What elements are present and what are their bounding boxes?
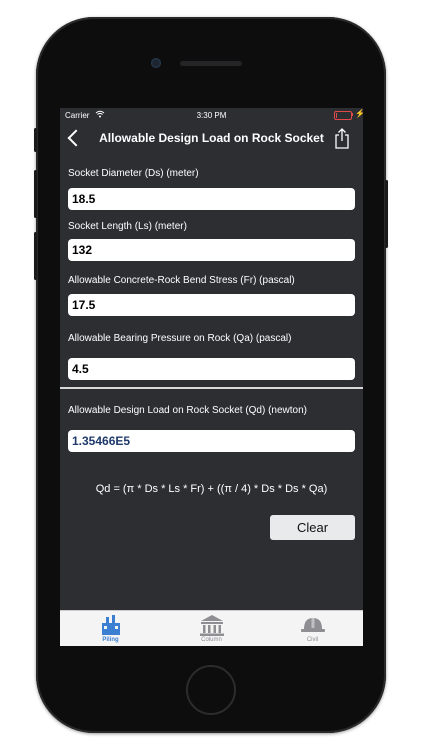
socket-length-label: Socket Length (Ls) (meter) xyxy=(68,221,187,232)
power-button xyxy=(385,180,388,248)
earpiece-speaker xyxy=(180,61,242,66)
tab-column-label: Column xyxy=(201,637,222,643)
tab-piling[interactable]: Piling xyxy=(60,611,161,646)
battery-tip xyxy=(352,113,353,116)
socket-diameter-label: Socket Diameter (Ds) (meter) xyxy=(68,168,199,179)
status-bar: Carrier 3:30 PM ⚡ xyxy=(60,108,363,123)
bearing-pressure-label: Allowable Bearing Pressure on Rock (Qa) … xyxy=(68,333,292,344)
charging-bolt-icon: ⚡ xyxy=(355,109,363,118)
page-title: Allowable Design Load on Rock Socket xyxy=(99,131,324,145)
tab-piling-label: Piling xyxy=(102,637,119,643)
column-icon xyxy=(200,615,224,636)
bearing-pressure-input[interactable] xyxy=(68,358,355,380)
volume-up-button xyxy=(34,170,37,218)
clear-button[interactable]: Clear xyxy=(270,515,355,540)
mute-switch xyxy=(34,128,37,152)
socket-length-input[interactable] xyxy=(68,239,355,261)
hard-hat-icon xyxy=(301,618,325,632)
volume-down-button xyxy=(34,232,37,280)
formula-text: Qd = (π * Ds * Ls * Fr) + ((π / 4) * Ds … xyxy=(95,483,328,495)
section-divider xyxy=(60,387,363,389)
design-load-label: Allowable Design Load on Rock Socket (Qd… xyxy=(68,405,308,416)
design-load-result[interactable] xyxy=(68,430,355,452)
tab-civil[interactable]: Civil xyxy=(262,611,363,646)
tab-civil-label: Civil xyxy=(306,637,319,643)
battery-level xyxy=(336,113,337,118)
tab-column[interactable]: Column xyxy=(161,611,262,646)
status-time: 3:30 PM xyxy=(196,111,227,120)
app-screen: Carrier 3:30 PM ⚡ Allowable Design Load … xyxy=(60,108,363,646)
chevron-left-icon[interactable] xyxy=(67,129,85,147)
battery-icon xyxy=(334,111,352,120)
bend-stress-label: Allowable Concrete-Rock Bend Stress (Fr)… xyxy=(68,275,295,286)
tab-bar: Piling Column Civil xyxy=(60,610,363,646)
home-button[interactable] xyxy=(186,665,236,715)
bend-stress-input[interactable] xyxy=(68,294,355,316)
piling-icon xyxy=(102,615,120,635)
front-camera xyxy=(151,58,161,68)
share-icon[interactable] xyxy=(334,127,350,149)
socket-diameter-input[interactable] xyxy=(68,188,355,210)
nav-bar: Allowable Design Load on Rock Socket xyxy=(60,123,363,155)
